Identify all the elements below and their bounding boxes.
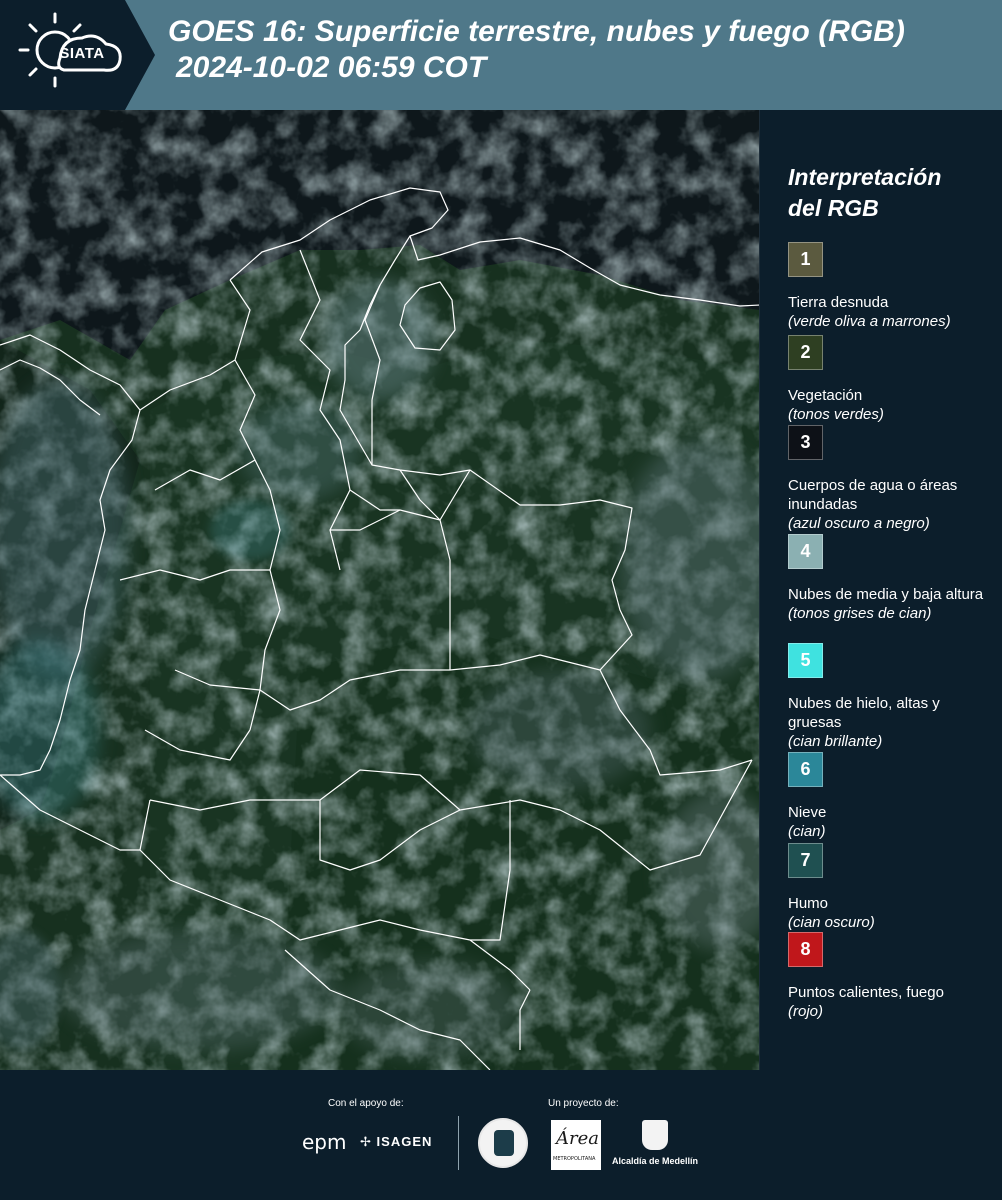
legend-item-smoke: 7 Humo (cian oscuro)	[788, 843, 993, 932]
legend-sublabel: (verde oliva a marrones)	[788, 313, 951, 330]
legend-sublabel: (cian brillante)	[788, 733, 883, 750]
legend-item-bare-soil: 1 Tierra desnuda (verde oliva a marrones…	[788, 242, 993, 331]
legend-item-low-clouds: 4 Nubes de media y baja altura (tonos gr…	[788, 534, 993, 623]
legend-swatch: 1	[788, 242, 823, 277]
legend-item-water: 3 Cuerpos de agua o áreas inundadas (azu…	[788, 425, 993, 533]
legend-sublabel: (tonos verdes)	[788, 406, 884, 423]
amva-logo-script: Área	[556, 1128, 599, 1149]
legend-swatch: 6	[788, 752, 823, 787]
legend-label: Puntos calientes, fuego	[788, 984, 944, 1001]
legend-swatch: 8	[788, 932, 823, 967]
medellin-logo-text: Alcaldía de Medellín	[612, 1156, 699, 1166]
legend-swatch: 7	[788, 843, 823, 878]
legend-sublabel: (cian)	[788, 823, 826, 840]
page-title: GOES 16: Superficie terrestre, nubes y f…	[168, 14, 905, 86]
legend-sublabel: (rojo)	[788, 1003, 824, 1020]
project-label: Un proyecto de:	[548, 1098, 619, 1109]
amva-logo-small: METROPOLITANA	[553, 1156, 596, 1162]
legend-title-line2: del RGB	[788, 195, 879, 221]
siata-logo-text: SIATA	[59, 45, 105, 62]
satellite-map	[0, 110, 760, 1070]
legend-label: Nubes de hielo, altas y gruesas	[788, 695, 940, 731]
legend-label: Nieve	[788, 804, 827, 821]
isagen-logo-text: ISAGEN	[376, 1134, 433, 1149]
legend-item-snow: 6 Nieve (cian)	[788, 752, 993, 841]
legend-label: Humo	[788, 895, 829, 912]
legend-sublabel: (tonos grises de cian)	[788, 605, 932, 622]
legend-item-ice-clouds: 5 Nubes de hielo, altas y gruesas (cian …	[788, 643, 993, 751]
legend-swatch: 2	[788, 335, 823, 370]
legend-swatch: 4	[788, 534, 823, 569]
legend-sublabel: (azul oscuro a negro)	[788, 515, 930, 532]
medellin-crest-logo	[642, 1120, 668, 1150]
legend-item-fire: 8 Puntos calientes, fuego (rojo)	[788, 932, 993, 1021]
isagen-star-icon: ✢	[360, 1134, 372, 1149]
university-seal-logo	[478, 1118, 528, 1168]
cloud-cover	[0, 110, 759, 1070]
legend-sublabel: (cian oscuro)	[788, 914, 875, 931]
legend-label: Nubes de media y baja altura	[788, 586, 984, 603]
rgb-legend: Interpretación del RGB 1 Tierra desnuda …	[772, 110, 997, 1070]
legend-label: Vegetación	[788, 387, 863, 404]
legend-swatch: 3	[788, 425, 823, 460]
isagen-logo: ✢ ISAGEN	[360, 1134, 432, 1150]
legend-label: Tierra desnuda	[788, 294, 889, 311]
header-bar: SIATA GOES 16: Superficie terrestre, nub…	[0, 0, 1002, 110]
legend-swatch: 5	[788, 643, 823, 678]
area-metropolitana-logo: Área METROPOLITANA	[551, 1120, 601, 1170]
title-line-datetime: 2024-10-02 06:59 COT	[176, 51, 487, 84]
legend-title: Interpretación del RGB	[788, 162, 988, 224]
footer-divider	[458, 1116, 459, 1170]
support-label: Con el apoyo de:	[328, 1098, 404, 1109]
legend-label: Cuerpos de agua o áreas inundadas	[788, 477, 958, 513]
footer-sponsors: Con el apoyo de: Un proyecto de: epm ✢ I…	[0, 1070, 1002, 1200]
legend-item-vegetation: 2 Vegetación (tonos verdes)	[788, 335, 993, 424]
legend-title-line1: Interpretación	[788, 164, 942, 190]
title-line-product: GOES 16: Superficie terrestre, nubes y f…	[168, 15, 905, 48]
epm-logo: epm	[302, 1130, 347, 1154]
siata-logo: SIATA	[0, 0, 155, 110]
